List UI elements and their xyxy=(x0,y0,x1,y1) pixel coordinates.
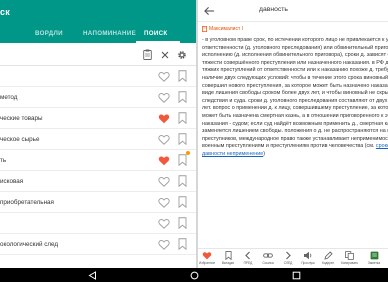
clear-search-icon[interactable] xyxy=(158,48,171,61)
prev-icon xyxy=(245,251,250,260)
note-button[interactable]: Заметка xyxy=(366,251,382,265)
bookmark-icon[interactable] xyxy=(178,196,187,208)
dictionary-source[interactable]: Максималист I xyxy=(202,26,243,32)
list-item[interactable] xyxy=(0,66,196,87)
bookmark-icon[interactable] xyxy=(178,154,187,166)
list-item-label: ческое сырье xyxy=(0,136,40,143)
article-header: давность xyxy=(198,0,388,22)
list-item[interactable] xyxy=(0,213,196,234)
bookmark-icon[interactable] xyxy=(178,217,187,229)
link-button[interactable]: Ссылка xyxy=(260,251,276,265)
article-pane: давность Максималист I - в уголовном пра… xyxy=(198,0,388,268)
app-title: ск xyxy=(0,7,10,17)
toolbar-label: Избранное xyxy=(199,261,216,265)
toolbar-label: ПРЕД xyxy=(243,261,253,265)
list-item-label: исковая xyxy=(0,178,24,185)
bookmark-icon[interactable] xyxy=(178,70,187,82)
list-item-label: ть xyxy=(0,157,7,164)
list-item-label: окологический след xyxy=(0,241,59,248)
search-bar xyxy=(0,43,196,66)
system-navigation-bar xyxy=(0,268,388,282)
heart-outline-icon[interactable] xyxy=(158,92,170,103)
list-item[interactable]: ческие товары xyxy=(0,108,196,129)
heart-outline-icon[interactable] xyxy=(158,71,170,82)
link-icon xyxy=(263,253,273,258)
toolbar-label: Заметка xyxy=(367,261,381,265)
tab-wordle[interactable]: ВОРДЛИ xyxy=(35,30,63,37)
article-toolbar: Избранное Вкладки ПРЕД Ссылка СЛЕД Просл… xyxy=(198,248,388,268)
favorites-button[interactable]: Избранное xyxy=(199,251,215,265)
note-indicator-dot xyxy=(186,151,190,155)
list-item-label: приобретательная xyxy=(0,199,54,206)
heart-outline-icon[interactable] xyxy=(158,197,170,208)
gear-icon[interactable] xyxy=(175,48,188,61)
clipboard-paste-icon[interactable] xyxy=(141,48,154,61)
listen-button[interactable]: Прослуш xyxy=(300,251,316,265)
previous-button[interactable]: ПРЕД xyxy=(240,251,256,265)
toolbar-label: Кодирвт xyxy=(321,261,335,265)
nav-recents-icon[interactable] xyxy=(292,271,301,280)
toolbar-label: Прослуш xyxy=(301,261,315,265)
heart-outline-icon[interactable] xyxy=(158,239,170,250)
copy-icon xyxy=(344,251,354,260)
bookmark-icon xyxy=(224,251,232,260)
article-body: - в уголовном праве срок, по истечении к… xyxy=(202,37,388,159)
list-item[interactable]: ческое сырье xyxy=(0,129,196,150)
word-list-pane: ск ВОРДЛИ НАПОМИНАНИЕ ПОИСК метод ческие… xyxy=(0,0,196,268)
edit-button[interactable]: Кодирвт xyxy=(320,251,336,265)
toolbar-label: Ссылка xyxy=(262,261,274,265)
edit-icon xyxy=(323,251,333,260)
list-item[interactable]: исковая xyxy=(0,171,196,192)
toolbar-label: Вкладки xyxy=(221,261,235,265)
heart-outline-icon[interactable] xyxy=(158,134,170,145)
bookmark-icon[interactable] xyxy=(178,133,187,145)
bookmark-icon[interactable] xyxy=(178,175,187,187)
tabs-button[interactable]: Вкладки xyxy=(220,251,236,265)
list-item[interactable]: приобретательная xyxy=(0,192,196,213)
bookmark-icon[interactable] xyxy=(178,238,187,250)
list-item-label: ческие товары xyxy=(0,115,43,122)
toolbar-label: СЛЕД xyxy=(283,261,293,265)
copy-button[interactable]: Копировать xyxy=(341,251,359,265)
bookmark-icon[interactable] xyxy=(178,112,187,124)
back-arrow-icon[interactable] xyxy=(204,6,215,16)
toolbar-label: Копировать xyxy=(341,261,359,265)
heart-filled-icon[interactable] xyxy=(158,113,170,124)
list-item[interactable]: метод xyxy=(0,87,196,108)
list-item-label: метод xyxy=(0,94,18,101)
next-button[interactable]: СЛЕД xyxy=(280,251,296,265)
app-header: ск ВОРДЛИ НАПОМИНАНИЕ ПОИСК xyxy=(0,0,196,43)
bookmark-icon[interactable] xyxy=(178,91,187,103)
tab-reminder[interactable]: НАПОМИНАНИЕ xyxy=(83,30,136,37)
nav-back-icon[interactable] xyxy=(88,271,97,280)
heart-filled-icon[interactable] xyxy=(158,155,170,166)
next-icon xyxy=(286,251,291,260)
tab-search[interactable]: ПОИСК xyxy=(144,30,167,37)
list-item[interactable]: окологический след xyxy=(0,234,196,255)
dictionary-source-label: Максималист I xyxy=(209,26,244,32)
article-text: - в уголовном праве срок, по истечении к… xyxy=(202,37,388,150)
dictionary-book-icon xyxy=(202,26,207,32)
note-icon xyxy=(370,251,378,260)
list-item[interactable]: ть xyxy=(0,150,196,171)
nav-home-icon[interactable] xyxy=(190,271,199,280)
article-title: давность xyxy=(259,6,288,13)
heart-outline-icon[interactable] xyxy=(158,176,170,187)
article-text-tail: ) xyxy=(263,150,266,157)
heart-icon xyxy=(202,252,212,260)
heart-outline-icon[interactable] xyxy=(158,218,170,229)
speaker-icon xyxy=(304,251,312,260)
